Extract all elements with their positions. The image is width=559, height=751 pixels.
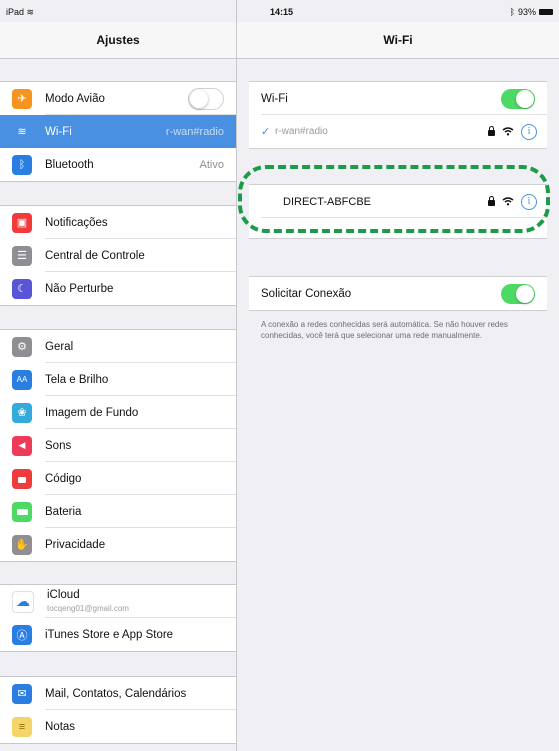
settings-sidebar: Ajustes ✈ Modo Avião ≋ Wi-Fi r-wan#radio… [0,0,236,751]
sidebar-item-label: Central de Controle [45,249,145,262]
wifi-network-value: r-wan#radio [165,125,224,138]
passcode-icon [12,468,32,489]
clock: 14:15 [270,7,294,17]
sidebar-item-itunes-app-store[interactable]: Ⓐ iTunes Store e App Store [0,618,236,651]
sidebar-item-icloud[interactable]: ☁ iCloud tocqeng01@gmail.com [0,585,236,618]
sidebar-item-label: Notas [45,720,76,733]
sidebar-item-passcode[interactable]: Código [0,462,236,495]
icloud-account-email: tocqeng01@gmail.com [47,603,129,613]
bluetooth-icon: ᛒ [12,154,32,175]
connected-network-name: r-wan#radio [275,126,328,137]
appstore-icon: Ⓐ [12,624,32,645]
device-label: iPad ≋ [6,7,34,18]
sidebar-item-label: Geral [45,340,74,353]
sidebar-item-label: Wi-Fi [45,125,72,138]
moon-icon: ☾ [12,278,32,299]
bluetooth-status-icon: ᛒ [509,7,515,17]
sidebar-item-label: Sons [45,439,72,452]
control-center-icon: ☰ [12,245,32,266]
status-right: ᛒ 93% [510,7,553,17]
cloud-icon: ☁ [12,590,34,613]
detail-title: Wi-Fi [237,22,559,59]
wifi-main-group: Wi-Fi ✓ r-wan#radio i [249,81,547,149]
info-icon[interactable]: i [521,123,537,140]
wifi-toggle[interactable] [501,88,535,109]
battery-status-icon [539,9,553,15]
sidebar-item-display[interactable]: AA Tela e Brilho [0,363,236,396]
wifi-icon: ≋ [12,121,32,142]
sidebar-group-connectivity: ✈ Modo Avião ≋ Wi-Fi r-wan#radio ᛒ Bluet… [0,81,236,182]
wifi-detail-pane: Wi-Fi Wi-Fi ✓ r-wan#radio i DIRECT-ABFCB… [237,0,559,751]
status-bar: iPad ≋ 14:15 ᛒ 93% [0,0,559,22]
sidebar-group-accounts: ☁ iCloud tocqeng01@gmail.com Ⓐ iTunes St… [0,584,236,652]
sidebar-item-label: Privacidade [45,538,106,551]
sidebar-group-general: ⚙ Geral AA Tela e Brilho ❀ Imagem de Fun… [0,329,236,562]
sidebar-item-label: Não Perturbe [45,282,114,295]
device-name: iPad [6,7,25,17]
bluetooth-status-value: Ativo [199,158,224,171]
sounds-icon: ◀ [12,435,32,456]
wallpaper-icon: ❀ [12,402,32,423]
sidebar-item-notes[interactable]: ≡ Notas [0,710,236,743]
sidebar-item-bluetooth[interactable]: ᛒ Bluetooth Ativo [0,148,236,181]
notifications-icon: ▣ [12,212,32,233]
gear-icon: ⚙ [12,336,32,357]
sidebar-item-control-center[interactable]: ☰ Central de Controle [0,239,236,272]
sidebar-item-mail[interactable]: ✉ Mail, Contatos, Calendários [0,677,236,710]
privacy-icon: ✋ [12,534,32,555]
wifi-label: Wi-Fi [261,92,288,105]
wifi-toggle-row: Wi-Fi [249,82,547,115]
sidebar-item-do-not-disturb[interactable]: ☾ Não Perturbe [0,272,236,305]
mail-icon: ✉ [12,683,32,704]
wifi-signal-icon [502,127,514,136]
airplane-icon: ✈ [12,88,32,109]
lock-icon [488,126,495,136]
sidebar-item-label: Mail, Contatos, Calendários [45,687,187,700]
battery-percent: 93% [517,7,536,17]
sidebar-item-general[interactable]: ⚙ Geral [0,330,236,363]
sidebar-item-label: Imagem de Fundo [45,406,139,419]
sidebar-item-label: Modo Avião [45,92,105,105]
sidebar-item-label: Tela e Brilho [45,373,109,386]
checkmark-icon: ✓ [261,126,271,138]
connected-network-row[interactable]: ✓ r-wan#radio i [249,115,547,148]
sidebar-item-wifi[interactable]: ≋ Wi-Fi r-wan#radio [0,115,236,148]
sidebar-title: Ajustes [0,22,236,59]
sidebar-item-label: Notificações [45,216,108,229]
sidebar-group-apps: ✉ Mail, Contatos, Calendários ≡ Notas [0,676,236,744]
sidebar-item-airplane-mode[interactable]: ✈ Modo Avião [0,82,236,115]
sidebar-item-label: iTunes Store e App Store [45,628,174,641]
sidebar-item-wallpaper[interactable]: ❀ Imagem de Fundo [0,396,236,429]
display-icon: AA [12,369,32,390]
ask-to-join-note: A conexão a redes conhecidas será automá… [261,320,508,340]
ask-to-join-label: Solicitar Conexão [261,287,352,300]
ask-to-join-group: Solicitar Conexão [249,276,547,311]
battery-icon [12,501,32,522]
highlight-annotation [238,165,550,233]
sidebar-item-label: iCloud [47,588,80,601]
sidebar-item-label: Bateria [45,505,82,518]
sidebar-item-battery[interactable]: Bateria [0,495,236,528]
airplane-mode-toggle[interactable] [188,87,224,110]
sidebar-item-label: Código [45,472,82,485]
sidebar-item-notifications[interactable]: ▣ Notificações [0,206,236,239]
wifi-status-icon: ≋ [26,7,35,17]
sidebar-item-privacy[interactable]: ✋ Privacidade [0,528,236,561]
ask-to-join-row: Solicitar Conexão [249,277,547,310]
ask-to-join-toggle[interactable] [501,283,535,304]
notes-icon: ≡ [12,716,32,737]
sidebar-group-notifications: ▣ Notificações ☰ Central de Controle ☾ N… [0,205,236,306]
sidebar-item-sounds[interactable]: ◀ Sons [0,429,236,462]
sidebar-item-label: Bluetooth [45,158,94,171]
